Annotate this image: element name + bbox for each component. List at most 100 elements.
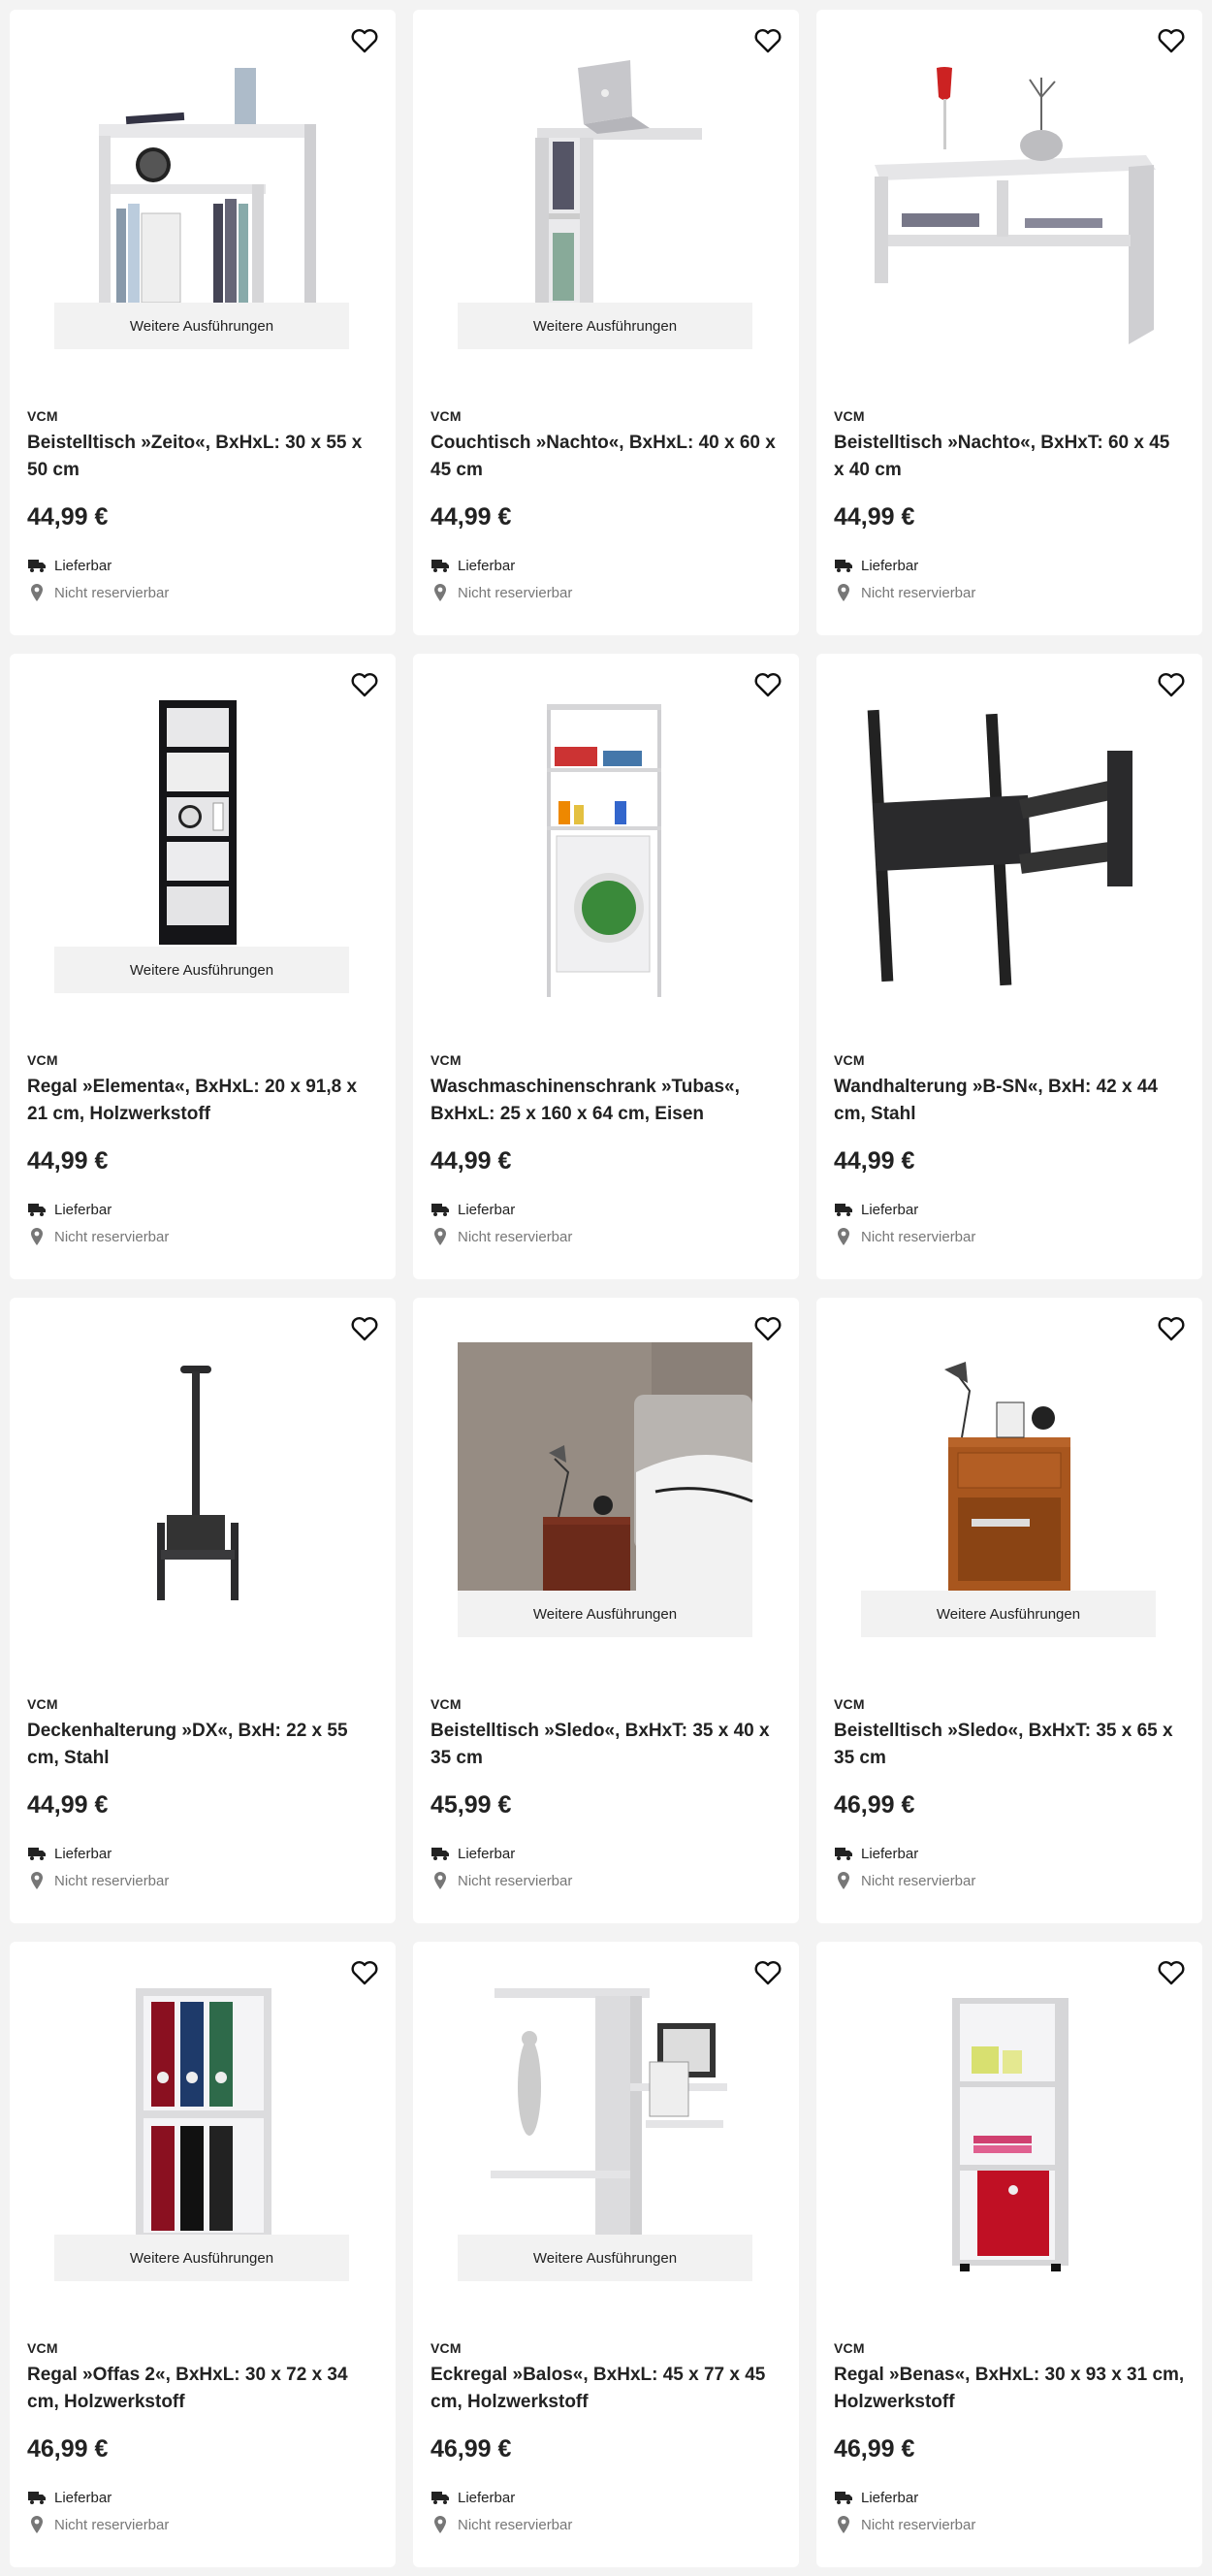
product-image-washing-machine-cabinet-tubas[interactable] [413,654,799,1042]
truck-icon [834,556,853,575]
delivery-status: Lieferbar [431,556,515,575]
more-variants-button[interactable]: Weitere Ausführungen [54,2235,349,2281]
favorite-heart-icon[interactable] [1156,1957,1187,1988]
truck-icon [27,1200,47,1219]
delivery-text: Lieferbar [458,2489,516,2506]
product-brand: VCM [27,1696,58,1712]
product-price: 44,99 € [27,1147,109,1175]
product-title[interactable]: Regal »Benas«, BxHxL: 30 x 93 x 31 cm, H… [834,2362,1185,2416]
product-price: 44,99 € [27,1791,109,1819]
product-brand: VCM [431,2340,462,2356]
location-pin-icon [27,583,47,602]
product-card[interactable]: Weitere Ausführungen VCM Beistelltisch »… [413,1298,799,1923]
store-text: Nicht reservierbar [54,1872,170,1889]
favorite-heart-icon[interactable] [1156,669,1187,700]
store-text: Nicht reservierbar [54,584,170,601]
product-title[interactable]: Couchtisch »Nachto«, BxHxL: 40 x 60 x 45… [431,430,781,484]
delivery-status: Lieferbar [27,556,112,575]
store-text: Nicht reservierbar [54,1228,170,1245]
delivery-text: Lieferbar [54,2489,112,2506]
product-brand: VCM [834,1696,865,1712]
store-text: Nicht reservierbar [458,1872,573,1889]
product-image-ceiling-mount-dx[interactable] [10,1298,396,1686]
truck-icon [431,1844,450,1863]
store-text: Nicht reservierbar [458,584,573,601]
product-image-shelf-benas[interactable] [816,1942,1202,2330]
product-brand: VCM [27,1052,58,1068]
store-status: Nicht reservierbar [27,1226,169,1247]
product-title[interactable]: Regal »Elementa«, BxHxL: 20 x 91,8 x 21 … [27,1074,378,1128]
favorite-heart-icon[interactable] [349,25,380,56]
location-pin-icon [834,2515,853,2534]
favorite-heart-icon[interactable] [349,669,380,700]
location-pin-icon [431,583,450,602]
product-title[interactable]: Beistelltisch »Sledo«, BxHxT: 35 x 65 x … [834,1718,1185,1772]
delivery-text: Lieferbar [861,2489,919,2506]
product-image-side-table-nachto[interactable] [816,10,1202,398]
more-variants-button[interactable]: Weitere Ausführungen [458,2235,752,2281]
store-status: Nicht reservierbar [834,1226,975,1247]
more-variants-button[interactable]: Weitere Ausführungen [458,303,752,349]
favorite-heart-icon[interactable] [752,669,783,700]
delivery-status: Lieferbar [431,1844,515,1863]
truck-icon [431,2488,450,2507]
product-card[interactable]: Weitere Ausführungen VCM Couchtisch »Nac… [413,10,799,635]
store-status: Nicht reservierbar [834,582,975,603]
product-title[interactable]: Regal »Offas 2«, BxHxL: 30 x 72 x 34 cm,… [27,2362,378,2416]
store-status: Nicht reservierbar [431,2514,572,2535]
truck-icon [27,556,47,575]
store-text: Nicht reservierbar [861,1872,976,1889]
delivery-text: Lieferbar [54,1845,112,1862]
location-pin-icon [431,2515,450,2534]
product-title[interactable]: Wandhalterung »B-SN«, BxH: 42 x 44 cm, S… [834,1074,1185,1128]
store-text: Nicht reservierbar [861,2516,976,2533]
product-title[interactable]: Deckenhalterung »DX«, BxH: 22 x 55 cm, S… [27,1718,378,1772]
store-text: Nicht reservierbar [458,2516,573,2533]
favorite-heart-icon[interactable] [349,1957,380,1988]
delivery-status: Lieferbar [834,2488,918,2507]
truck-icon [834,1844,853,1863]
store-status: Nicht reservierbar [431,1870,572,1891]
favorite-heart-icon[interactable] [1156,25,1187,56]
product-title[interactable]: Eckregal »Balos«, BxHxL: 45 x 77 x 45 cm… [431,2362,781,2416]
product-brand: VCM [431,1052,462,1068]
product-title[interactable]: Waschmaschinenschrank »Tubas«, BxHxL: 25… [431,1074,781,1128]
favorite-heart-icon[interactable] [349,1313,380,1344]
product-card[interactable]: VCM Deckenhalterung »DX«, BxH: 22 x 55 c… [10,1298,396,1923]
product-title[interactable]: Beistelltisch »Nachto«, BxHxT: 60 x 45 x… [834,430,1185,484]
more-variants-button[interactable]: Weitere Ausführungen [458,1591,752,1637]
favorite-heart-icon[interactable] [752,1957,783,1988]
product-card[interactable]: VCM Wandhalterung »B-SN«, BxH: 42 x 44 c… [816,654,1202,1279]
more-variants-button[interactable]: Weitere Ausführungen [54,303,349,349]
product-card[interactable]: Weitere Ausführungen VCM Regal »Elementa… [10,654,396,1279]
store-status: Nicht reservierbar [27,2514,169,2535]
delivery-text: Lieferbar [458,557,516,574]
favorite-heart-icon[interactable] [752,1313,783,1344]
product-image-wall-mount-bsn[interactable] [816,654,1202,1042]
product-card[interactable]: VCM Regal »Benas«, BxHxL: 30 x 93 x 31 c… [816,1942,1202,2567]
favorite-heart-icon[interactable] [1156,1313,1187,1344]
store-status: Nicht reservierbar [27,1870,169,1891]
store-text: Nicht reservierbar [54,2516,170,2533]
product-brand: VCM [27,2340,58,2356]
product-title[interactable]: Beistelltisch »Sledo«, BxHxT: 35 x 40 x … [431,1718,781,1772]
store-status: Nicht reservierbar [431,1226,572,1247]
product-title[interactable]: Beistelltisch »Zeito«, BxHxL: 30 x 55 x … [27,430,378,484]
favorite-heart-icon[interactable] [752,25,783,56]
product-card[interactable]: Weitere Ausführungen VCM Regal »Offas 2«… [10,1942,396,2567]
more-variants-button[interactable]: Weitere Ausführungen [861,1591,1156,1637]
truck-icon [834,2488,853,2507]
product-brand: VCM [834,1052,865,1068]
product-card[interactable]: Weitere Ausführungen VCM Eckregal »Balos… [413,1942,799,2567]
product-card[interactable]: Weitere Ausführungen VCM Beistelltisch »… [10,10,396,635]
product-brand: VCM [431,1696,462,1712]
product-card[interactable]: VCM Beistelltisch »Nachto«, BxHxT: 60 x … [816,10,1202,635]
product-card[interactable]: VCM Waschmaschinenschrank »Tubas«, BxHxL… [413,654,799,1279]
truck-icon [27,2488,47,2507]
delivery-text: Lieferbar [458,1201,516,1218]
product-card[interactable]: Weitere Ausführungen VCM Beistelltisch »… [816,1298,1202,1923]
delivery-text: Lieferbar [54,1201,112,1218]
store-status: Nicht reservierbar [834,1870,975,1891]
more-variants-button[interactable]: Weitere Ausführungen [54,947,349,993]
delivery-text: Lieferbar [861,557,919,574]
